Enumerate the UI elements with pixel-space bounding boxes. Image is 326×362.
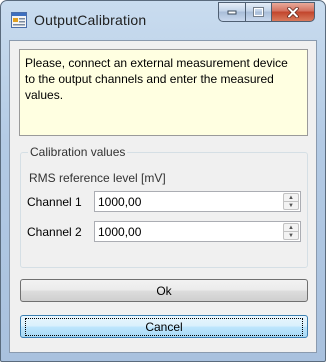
maximize-button[interactable] xyxy=(245,2,271,22)
channel-2-input[interactable] xyxy=(95,222,280,241)
close-button[interactable] xyxy=(271,2,315,22)
arrow-up-icon: ▲ xyxy=(288,194,294,201)
channel-2-label: Channel 2 xyxy=(27,225,82,239)
arrow-down-icon: ▼ xyxy=(288,202,294,209)
arrow-up-icon: ▲ xyxy=(288,224,294,231)
minimize-button[interactable] xyxy=(218,2,245,22)
rms-reference-label: RMS reference level [mV] xyxy=(29,171,166,185)
cancel-button-label: Cancel xyxy=(25,317,303,336)
window-title: OutputCalibration xyxy=(34,12,147,28)
channel-2-spinner[interactable]: ▲ ▼ xyxy=(283,223,299,240)
dialog-client-area: Please, connect an external measurement … xyxy=(9,40,317,353)
instruction-box: Please, connect an external measurement … xyxy=(19,49,308,136)
arrow-down-icon: ▼ xyxy=(288,232,294,239)
channel-1-field[interactable]: ▲ ▼ xyxy=(94,191,301,212)
channel-1-label: Channel 1 xyxy=(27,195,82,209)
channel-1-decrement-button[interactable]: ▼ xyxy=(283,202,299,210)
maximize-icon xyxy=(253,7,264,17)
cancel-button[interactable]: Cancel xyxy=(20,315,308,338)
caption-buttons xyxy=(218,2,315,23)
channel-1-increment-button[interactable]: ▲ xyxy=(283,193,299,202)
channel-1-spinner[interactable]: ▲ ▼ xyxy=(283,193,299,210)
minimize-icon xyxy=(227,10,237,15)
app-window-icon xyxy=(11,12,27,28)
channel-2-field[interactable]: ▲ ▼ xyxy=(94,221,301,242)
channel-1-input[interactable] xyxy=(95,192,280,211)
ok-button[interactable]: Ok xyxy=(20,279,308,302)
channel-2-decrement-button[interactable]: ▼ xyxy=(283,232,299,240)
channel-2-increment-button[interactable]: ▲ xyxy=(283,223,299,232)
close-icon xyxy=(287,6,299,18)
instruction-text: Please, connect an external measurement … xyxy=(25,56,288,102)
calibration-group-title: Calibration values xyxy=(28,145,128,159)
title-bar[interactable]: OutputCalibration xyxy=(1,1,325,41)
output-calibration-window: OutputCalibration Please, connect an ext… xyxy=(0,0,326,362)
